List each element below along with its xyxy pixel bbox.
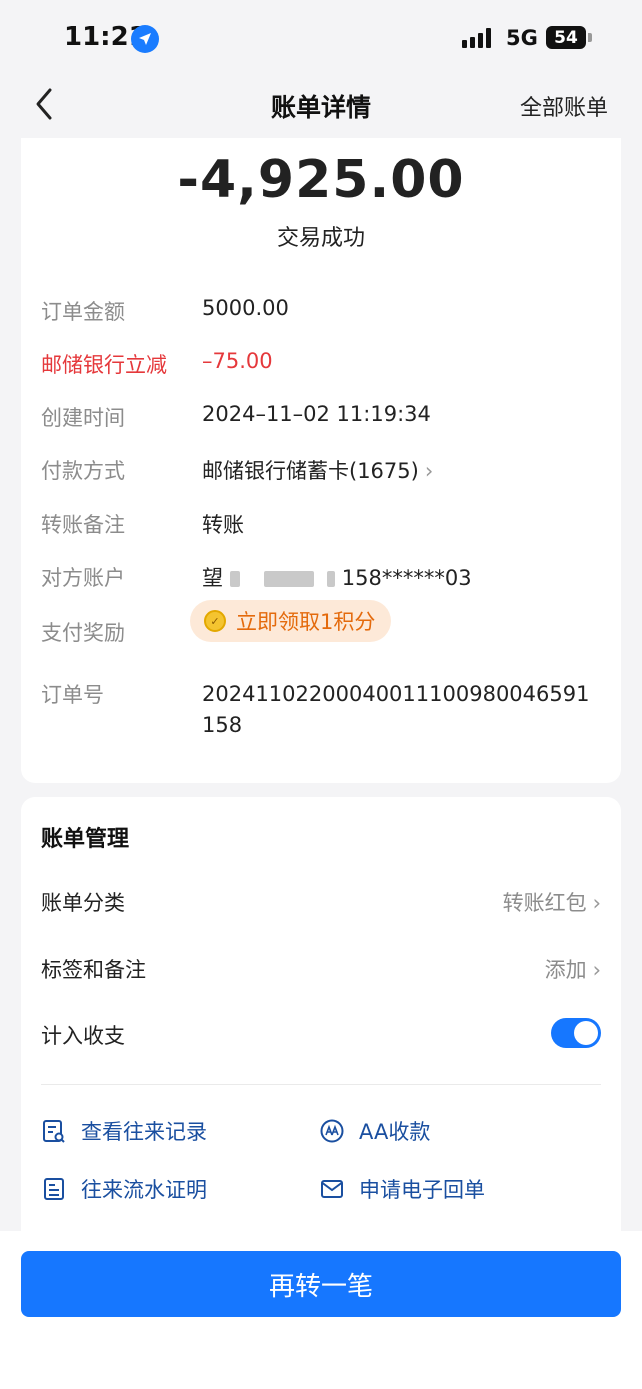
transaction-status: 交易成功 [276,226,365,251]
payment-method-value: 邮储银行储蓄卡(1675) [202,459,419,483]
count-in-budget-label: 计入收支 [41,1024,125,1048]
battery-icon: 54 [546,26,586,49]
transaction-amount: -4,925.00 [177,150,465,210]
document-icon [44,1178,64,1200]
order-number-label: 订单号 [41,683,104,707]
status-bar: 11:21 5G 54 [0,0,642,76]
aa-collect-button[interactable]: AA收款 [319,1114,430,1148]
bill-detail-card: -4,925.00 交易成功 订单金额 5000.00 邮储银行立减 –75.0… [21,138,621,783]
section-title: 账单管理 [41,827,130,852]
location-arrow-icon [131,25,159,53]
network-type: 5G [506,26,538,50]
aa-icon [320,1119,344,1143]
counterparty-label: 对方账户 [41,566,125,590]
bill-management-card: 账单管理 账单分类 转账红包› 标签和备注 添加› 计入收支 查看往来记录 [21,797,621,1231]
nav-bar: 账单详情 全部账单 [0,76,642,136]
payment-method-label: 付款方式 [41,459,125,483]
payment-method-row[interactable]: 付款方式 邮储银行储蓄卡(1675) › [41,455,601,485]
bill-category-value-wrap: 转账红包 › [503,887,601,917]
counterparty-name: 望 [202,566,223,590]
tags-notes-label: 标签和备注 [41,958,146,982]
tags-notes-value-wrap: 添加 › [545,954,601,984]
created-time-label: 创建时间 [41,406,125,430]
transfer-again-button[interactable]: 再转一笔 [21,1251,621,1317]
aa-collect-label: AA收款 [359,1120,431,1144]
bill-category-value: 转账红包 [502,891,587,915]
bill-category-label: 账单分类 [41,891,125,915]
statement-proof-button[interactable]: 往来流水证明 [41,1172,207,1206]
e-receipt-label: 申请电子回单 [359,1178,485,1202]
discount-label: 邮储银行立减 [41,353,167,377]
redacted-block [229,571,240,587]
chevron-right-icon: › [424,459,434,483]
coin-icon: ✓ [204,610,226,632]
chevron-right-icon: › [592,958,601,982]
statement-proof-label: 往来流水证明 [81,1178,207,1202]
payment-reward-label: 支付奖励 [41,621,125,645]
order-number-value: 20241102200040011100980046591158 [202,682,590,737]
transfer-memo-label: 转账备注 [41,513,125,537]
view-history-button[interactable]: 查看往来记录 [41,1114,207,1148]
battery-tip [588,33,592,42]
claim-points-button[interactable]: ✓ 立即领取1积分 [190,600,392,642]
chevron-left-icon [36,88,52,120]
mail-icon [321,1180,343,1198]
all-bills-link[interactable]: 全部账单 [520,90,608,122]
counterparty-value: 望 158******03 [202,562,472,592]
count-in-budget-row: 计入收支 [41,1016,601,1056]
order-amount-label: 订单金额 [41,300,125,324]
signal-icon [462,28,491,48]
record-list-icon [43,1120,65,1143]
payment-method-value-wrap: 邮储银行储蓄卡(1675) › [202,455,433,485]
tags-notes-value: 添加 [544,958,587,982]
tags-notes-row[interactable]: 标签和备注 添加 › [41,950,601,990]
toggle-knob [574,1021,598,1045]
e-receipt-button[interactable]: 申请电子回单 [319,1172,485,1206]
transfer-memo-value: 转账 [202,513,244,537]
bill-category-row[interactable]: 账单分类 转账红包 › [41,883,601,923]
redacted-block [264,571,315,587]
back-button[interactable] [26,84,66,124]
view-history-label: 查看往来记录 [81,1120,207,1144]
created-time-value: 2024–11–02 11:19:34 [202,402,431,426]
claim-points-text: 立即领取1积分 [236,610,376,634]
chevron-right-icon: › [592,891,601,915]
discount-value: –75.00 [202,349,273,373]
divider [41,1084,601,1085]
counterparty-account-number: 158******03 [341,566,472,590]
redacted-block [327,571,336,587]
order-amount-value: 5000.00 [202,296,289,320]
count-in-budget-toggle[interactable] [551,1018,601,1048]
